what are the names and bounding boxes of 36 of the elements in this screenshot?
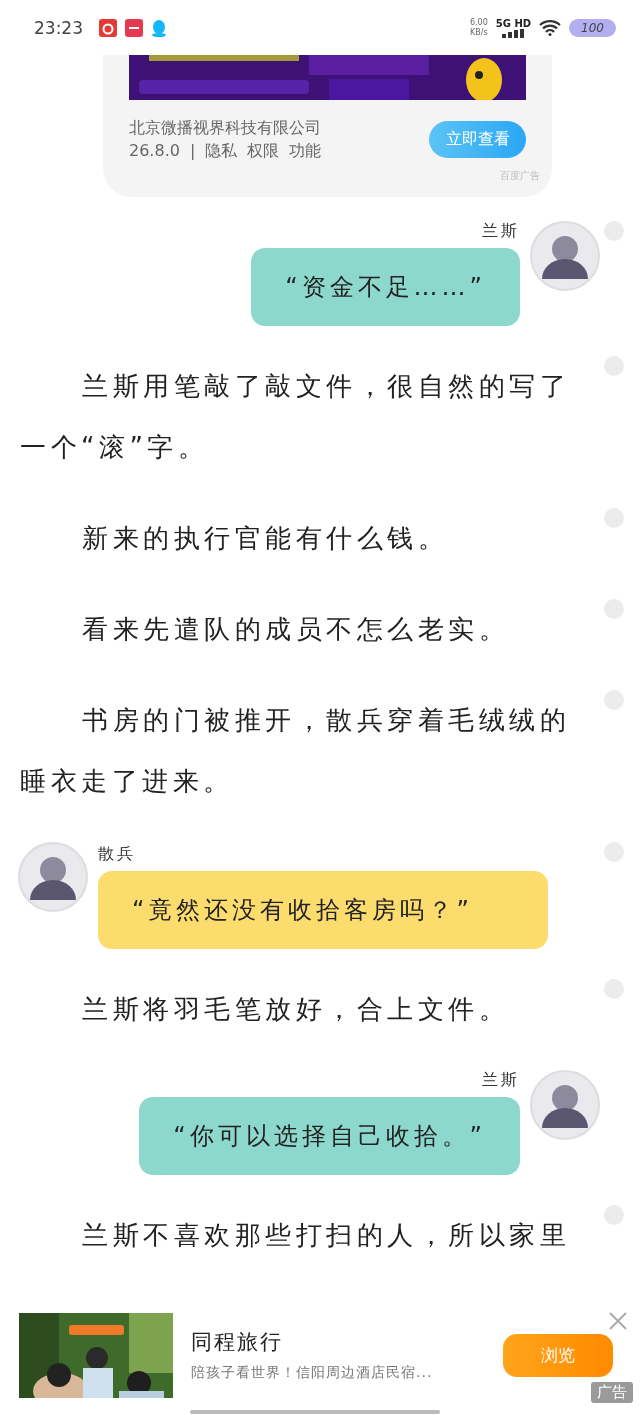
app-version: 26.8.0	[129, 140, 180, 162]
story-paragraph: 新来的执行官能有什么钱。	[81, 522, 449, 555]
close-icon[interactable]	[608, 1311, 628, 1331]
story-paragraph: 兰斯将羽毛笔放好，合上文件。	[81, 993, 510, 1026]
story-paragraph: 兰斯用笔敲了敲文件，很自然的写了一个“滚”字。	[19, 370, 571, 464]
story-paragraph: 兰斯不喜欢那些打扫的人，所以家里	[81, 1219, 571, 1252]
network-speed: 6.00	[469, 17, 488, 28]
ad-info-link[interactable]: 权限	[247, 139, 280, 162]
app-notification-icon	[125, 18, 143, 37]
ad-description: 陪孩子看世界！信阳周边酒店民宿...	[191, 1364, 434, 1382]
speaker-name: 兰斯	[482, 1070, 520, 1091]
speech-bubble: “竟然还没有收拾客房吗？”	[98, 871, 548, 949]
avatar-icon	[530, 221, 600, 291]
separator: |	[189, 140, 196, 162]
ad-badge[interactable]: 广告	[591, 1382, 633, 1403]
speech-bubble: “你可以选择自己收拾。”	[139, 1097, 520, 1175]
ad-info-link[interactable]: 功能	[289, 139, 322, 162]
speech-bubble: “资金不足……”	[251, 248, 520, 326]
speaker-name: 散兵	[98, 844, 136, 865]
speed-unit: KB/s	[470, 27, 488, 38]
ad-info-link[interactable]: 隐私	[205, 139, 238, 162]
story-paragraph: 看来先遣队的成员不怎么老实。	[81, 613, 510, 646]
advertiser-name: 北京微播视界科技有限公司	[129, 117, 322, 139]
ad-title: 同程旅行	[191, 1329, 284, 1356]
wifi-icon	[539, 19, 562, 36]
home-indicator[interactable]	[190, 1410, 440, 1414]
avatar-icon	[530, 1070, 600, 1140]
penguin-icon	[151, 18, 167, 37]
speaker-name: 兰斯	[482, 221, 520, 242]
avatar-icon	[18, 842, 88, 912]
app-notification-icon	[99, 18, 117, 37]
story-paragraph: 书房的门被推开，散兵穿着毛绒绒的睡衣走了进来。	[19, 704, 571, 798]
network-type: 5G HD	[495, 17, 532, 29]
signal-icon	[502, 28, 525, 38]
clock-time: 23:23	[34, 17, 83, 38]
battery-level: 100	[569, 18, 616, 37]
